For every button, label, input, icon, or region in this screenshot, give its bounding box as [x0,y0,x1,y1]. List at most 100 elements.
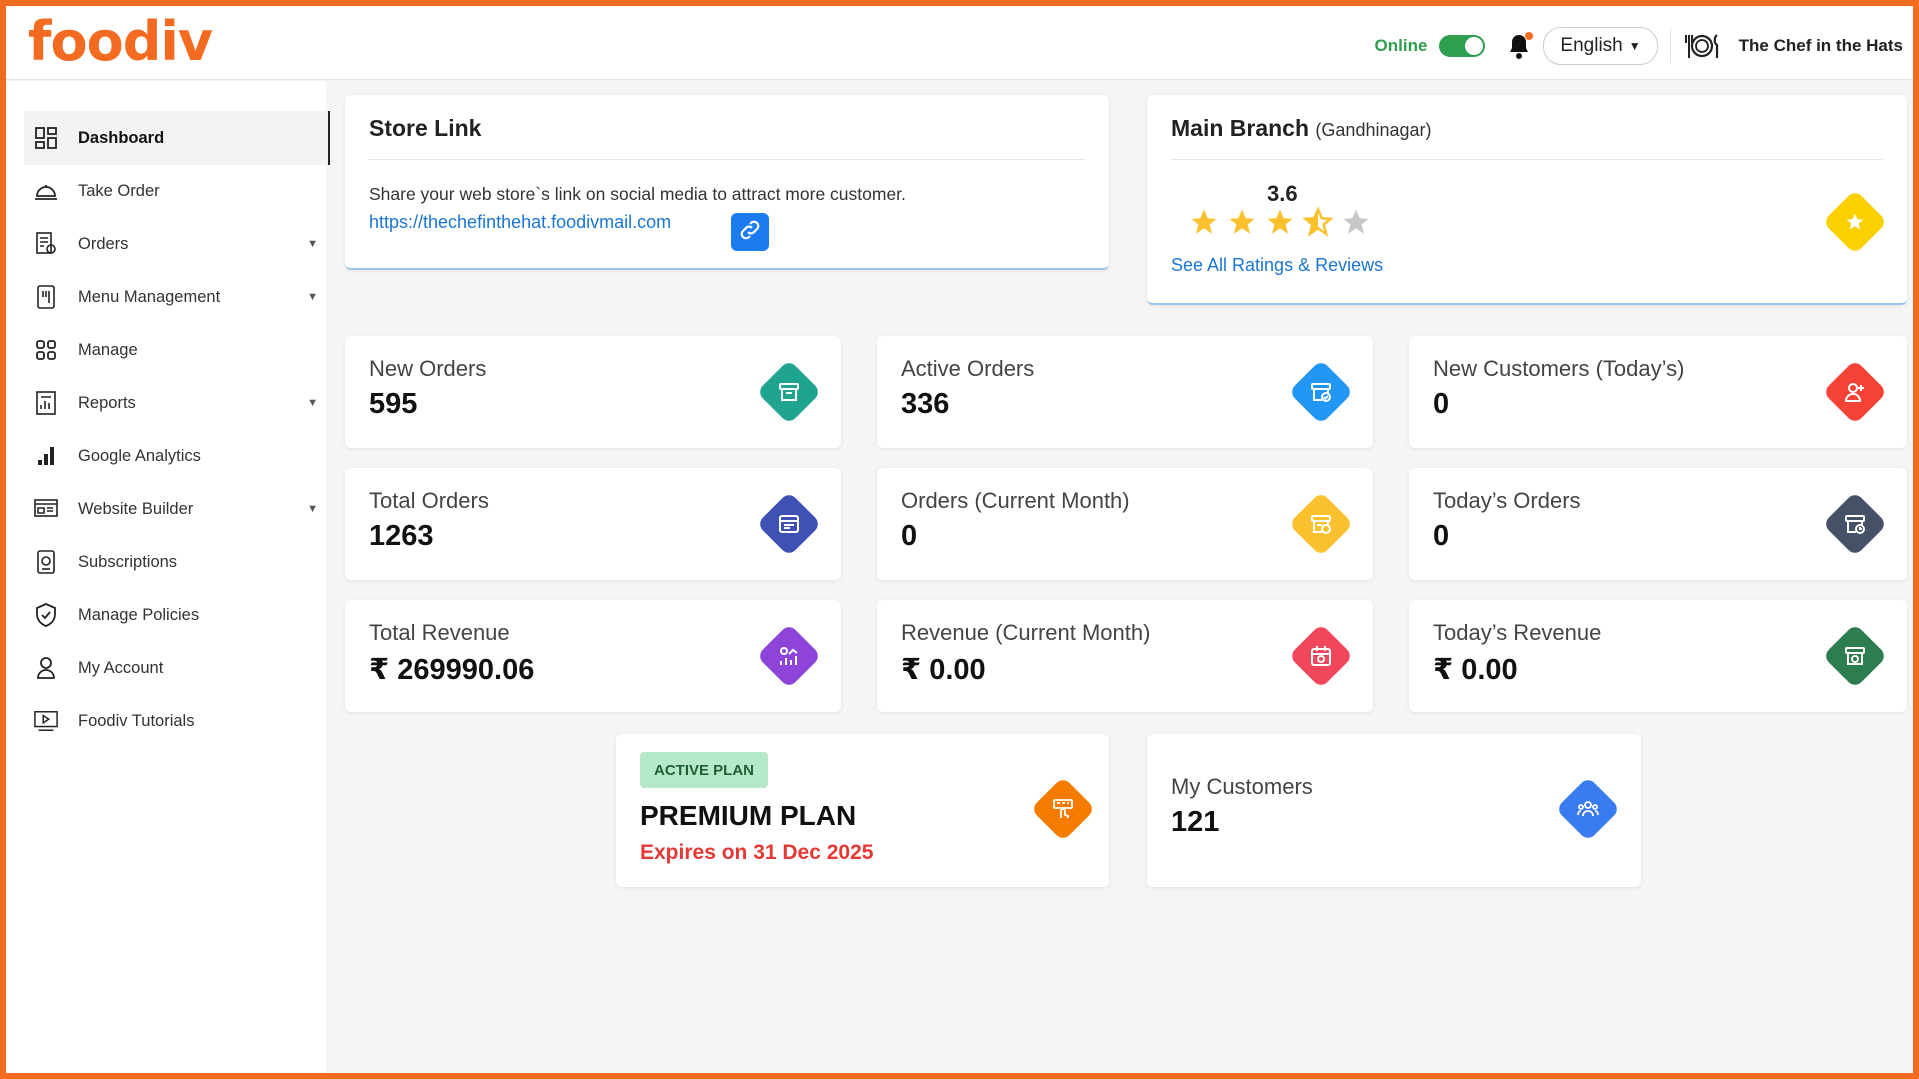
sidebar-item-label: Reports [78,393,136,412]
my-customers-card[interactable]: My Customers 121 [1147,734,1641,887]
sidebar-item-label: Manage Policies [78,605,200,624]
stat-label: Active Orders [901,356,1035,381]
star-half-icon [1303,207,1333,237]
sidebar-item-label: Website Builder [78,499,194,518]
sidebar-item-label: Foodiv Tutorials [78,711,195,730]
language-label: English [1560,35,1623,56]
box-icon [756,359,822,425]
header-divider [1669,29,1671,63]
box-money-icon [1822,623,1888,689]
chevron-down-icon: ▼ [1628,39,1641,53]
stat-label: New Orders [369,356,487,381]
store-link-card: Store Link Share your web store`s link o… [345,95,1109,270]
store-url-link[interactable]: https://thechefinthehat.foodivmail.com [369,212,671,233]
branch-rating-card: Main Branch (Gandhinagar) 3.6 See All Ra… [1147,95,1907,305]
plate-cutlery-icon [1683,32,1721,60]
stat-value: 121 [1171,806,1220,838]
website-icon [34,497,58,521]
app-frame: foodiv Online English ▼ The Chef in the … [0,0,1919,1079]
top-header: foodiv Online English ▼ The Chef in the … [6,6,1913,80]
rating-stars [1189,207,1379,237]
notification-bell-icon[interactable] [1507,32,1534,60]
sidebar-item-subscriptions[interactable]: Subscriptions [24,535,330,589]
notification-dot [1525,32,1534,40]
stat-value: ₹ 0.00 [1433,654,1518,686]
branch-location: (Gandhinagar) [1315,120,1432,140]
box-calendar-icon [1288,491,1354,557]
sidebar-item-my-account[interactable]: My Account [24,641,330,695]
star-full-icon [1229,209,1255,234]
sidebar-item-orders[interactable]: Orders ▼ [24,217,330,271]
stat-label: Revenue (Current Month) [901,620,1151,645]
store-link-description: Share your web store`s link on social me… [369,184,906,204]
box-clock-icon [1822,491,1888,557]
sidebar-item-website-builder[interactable]: Website Builder ▼ [24,482,330,536]
sidebar-item-manage-policies[interactable]: Manage Policies [24,588,330,642]
stat-value: 595 [369,388,418,420]
stat-label: Total Orders [369,488,489,513]
stat-card-total-revenue[interactable]: Total Revenue ₹ 269990.06 [345,600,841,712]
user-icon [34,656,58,680]
grid-icon [34,338,58,362]
toggle-knob [1465,37,1484,55]
rating-value: 3.6 [1267,181,1298,206]
customers-group-icon [1555,776,1621,842]
video-icon [34,709,58,733]
stat-label: New Customers (Today’s) [1433,356,1685,381]
plan-expiry: Expires on 31 Dec 2025 [640,841,874,864]
card-divider [1171,159,1883,160]
user-add-icon [1822,359,1888,425]
chevron-down-icon: ▼ [307,291,318,303]
stat-label: Orders (Current Month) [901,488,1130,513]
active-plan-badge: ACTIVE PLAN [640,752,769,788]
subscription-icon [34,550,58,574]
rating-badge [1822,189,1888,255]
sidebar-item-foodiv-tutorials[interactable]: Foodiv Tutorials [24,694,330,748]
stat-card-todays-orders[interactable]: Today’s Orders 0 [1409,468,1907,580]
sidebar-item-label: Menu Management [78,287,221,306]
stat-card-total-orders[interactable]: Total Orders 1263 [345,468,841,580]
plan-cart-icon [1030,776,1096,842]
sidebar-item-manage[interactable]: Manage [24,323,330,377]
restaurant-name[interactable]: The Chef in the Hats [1739,36,1903,56]
star-icon [1846,213,1864,230]
sidebar: Dashboard Take Order Orders ▼ Menu Manag… [6,81,330,1073]
stat-value: 0 [1433,388,1450,420]
stat-label: Total Revenue [369,620,510,645]
sidebar-item-menu-management[interactable]: Menu Management ▼ [24,270,330,324]
stat-card-active-orders[interactable]: Active Orders 336 [877,336,1373,448]
stat-card-new-customers[interactable]: New Customers (Today’s) 0 [1409,336,1907,448]
stat-card-new-orders[interactable]: New Orders 595 [345,336,841,448]
star-empty-icon [1343,209,1369,234]
see-all-ratings-link[interactable]: See All Ratings & Reviews [1171,255,1383,276]
stat-card-todays-revenue[interactable]: Today’s Revenue ₹ 0.00 [1409,600,1907,712]
stat-card-orders-current-month[interactable]: Orders (Current Month) 0 [877,468,1373,580]
copy-link-button[interactable] [731,213,769,251]
card-divider [369,159,1085,160]
revenue-chart-icon [756,623,822,689]
sidebar-item-dashboard[interactable]: Dashboard [24,111,330,165]
online-toggle[interactable] [1439,35,1486,57]
stat-label: My Customers [1171,774,1313,799]
box-check-icon [1288,359,1354,425]
cloche-icon [34,179,58,203]
sidebar-item-reports[interactable]: Reports ▼ [24,376,330,430]
link-icon [739,219,761,246]
active-plan-card[interactable]: ACTIVE PLAN PREMIUM PLAN Expires on 31 D… [616,734,1109,887]
stat-value: ₹ 0.00 [901,654,986,686]
foodiv-logo[interactable]: foodiv [28,10,213,73]
language-select[interactable]: English ▼ [1543,27,1658,65]
stat-value: 336 [901,388,950,420]
sidebar-item-label: Dashboard [78,128,165,147]
header-actions: Online English ▼ The Chef in the Hats [1375,26,1903,66]
stat-card-revenue-current-month[interactable]: Revenue (Current Month) ₹ 0.00 [877,600,1373,712]
orders-icon [34,232,58,256]
calendar-money-icon [1288,623,1354,689]
sidebar-item-google-analytics[interactable]: Google Analytics [24,429,330,483]
sidebar-item-take-order[interactable]: Take Order [24,164,330,218]
shield-icon [34,603,58,627]
star-full-icon [1191,209,1217,234]
branch-name: Main Branch [1171,115,1310,141]
stat-value: 0 [1433,520,1450,552]
plan-name: PREMIUM PLAN [640,800,857,831]
